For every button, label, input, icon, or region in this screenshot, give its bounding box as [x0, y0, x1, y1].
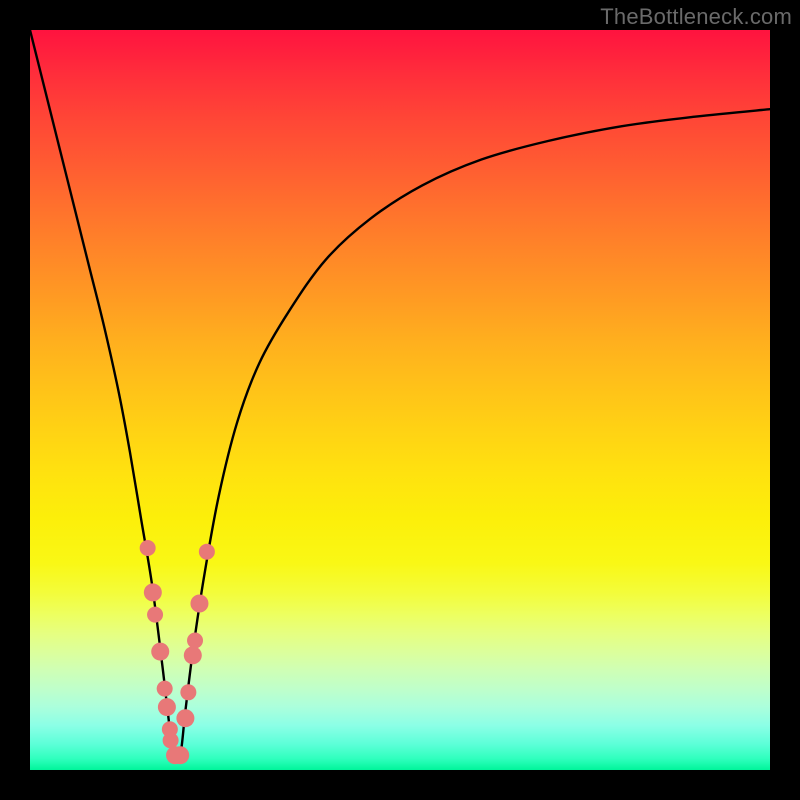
chart-canvas: TheBottleneck.com: [0, 0, 800, 800]
highlight-marker: [199, 544, 215, 560]
watermark-text: TheBottleneck.com: [600, 4, 792, 30]
highlight-marker: [190, 595, 208, 613]
highlight-marker: [158, 698, 176, 716]
highlight-marker: [176, 709, 194, 727]
highlight-marker: [171, 746, 189, 764]
bottleneck-curve: [30, 30, 770, 761]
highlight-marker: [163, 732, 179, 748]
highlight-marker: [184, 646, 202, 664]
highlight-marker: [180, 684, 196, 700]
highlight-marker: [147, 607, 163, 623]
highlight-marker: [157, 681, 173, 697]
highlight-marker: [140, 540, 156, 556]
curve-layer: [30, 30, 770, 770]
plot-area: [30, 30, 770, 770]
highlight-marker: [144, 583, 162, 601]
highlight-marker: [151, 643, 169, 661]
highlight-marker: [187, 633, 203, 649]
